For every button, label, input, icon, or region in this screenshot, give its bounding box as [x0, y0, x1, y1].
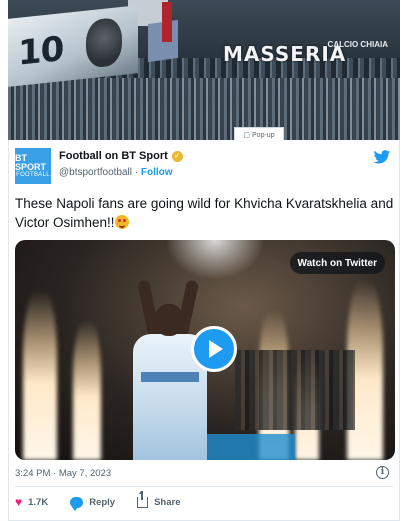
reply-bubble-icon [70, 496, 84, 511]
pyro-left-1 [23, 290, 57, 460]
tweet-timestamp[interactable]: 3:24 PM · May 7, 2023 [15, 468, 111, 479]
avatar-line1: BT SPORT [15, 152, 47, 172]
star-struck-emoji-icon [114, 215, 129, 229]
flag-red [162, 2, 172, 42]
twitter-bird-icon[interactable] [373, 150, 391, 164]
tweet-text: These Napoli fans are going wild for Khv… [15, 194, 399, 232]
info-icon[interactable]: i [376, 466, 389, 479]
crowd-lower [8, 78, 400, 140]
tweet-card: BT SPORT FOOTBALL Football on BT Sport ✓… [8, 140, 400, 521]
popup-label: Pop-up [252, 131, 275, 139]
divider [15, 486, 393, 487]
reply-label: Reply [89, 496, 116, 508]
handle-row: @btsportfootball · Follow [59, 167, 173, 178]
play-icon[interactable] [191, 326, 237, 372]
video-player[interactable]: Watch on Twitter [15, 240, 395, 460]
popup-icon: ▢ [243, 132, 251, 139]
tweet-body: These Napoli fans are going wild for Khv… [15, 196, 394, 230]
follow-button[interactable]: Follow [141, 167, 173, 178]
stadium-photo: 10 MASSERIA CALCIO CHIAIA [8, 0, 400, 140]
reply-button[interactable]: Reply [70, 496, 116, 511]
share-button[interactable]: Share [137, 490, 181, 508]
like-button[interactable]: ♥ 1.7K [15, 496, 48, 508]
player-head [155, 304, 183, 336]
action-bar: ♥ 1.7K Reply Share [15, 490, 181, 511]
share-label: Share [154, 496, 181, 508]
maradona-banner: 10 [8, 5, 138, 87]
video-crowd [235, 350, 355, 430]
account-name-row: Football on BT Sport ✓ [59, 150, 183, 162]
player-figure [125, 279, 215, 460]
watch-on-twitter-button[interactable]: Watch on Twitter [289, 252, 385, 274]
like-count: 1.7K [28, 496, 49, 508]
stadium-sign-side: CALCIO CHIAIA [327, 40, 388, 49]
account-handle[interactable]: @btsportfootball [59, 167, 132, 178]
banner-number: 10 [18, 29, 64, 74]
banner-face [86, 16, 122, 69]
player-jersey-stripe [141, 372, 199, 382]
stadium-lights [165, 240, 265, 280]
pyro-left-2 [73, 320, 101, 460]
share-icon [137, 490, 149, 508]
verified-badge-icon: ✓ [171, 150, 183, 162]
avatar[interactable]: BT SPORT FOOTBALL [15, 148, 51, 184]
avatar-line2: FOOTBALL [16, 171, 50, 178]
heart-icon: ♥ [15, 495, 23, 509]
account-name[interactable]: Football on BT Sport [59, 150, 168, 162]
handle-separator: · [131, 167, 141, 178]
